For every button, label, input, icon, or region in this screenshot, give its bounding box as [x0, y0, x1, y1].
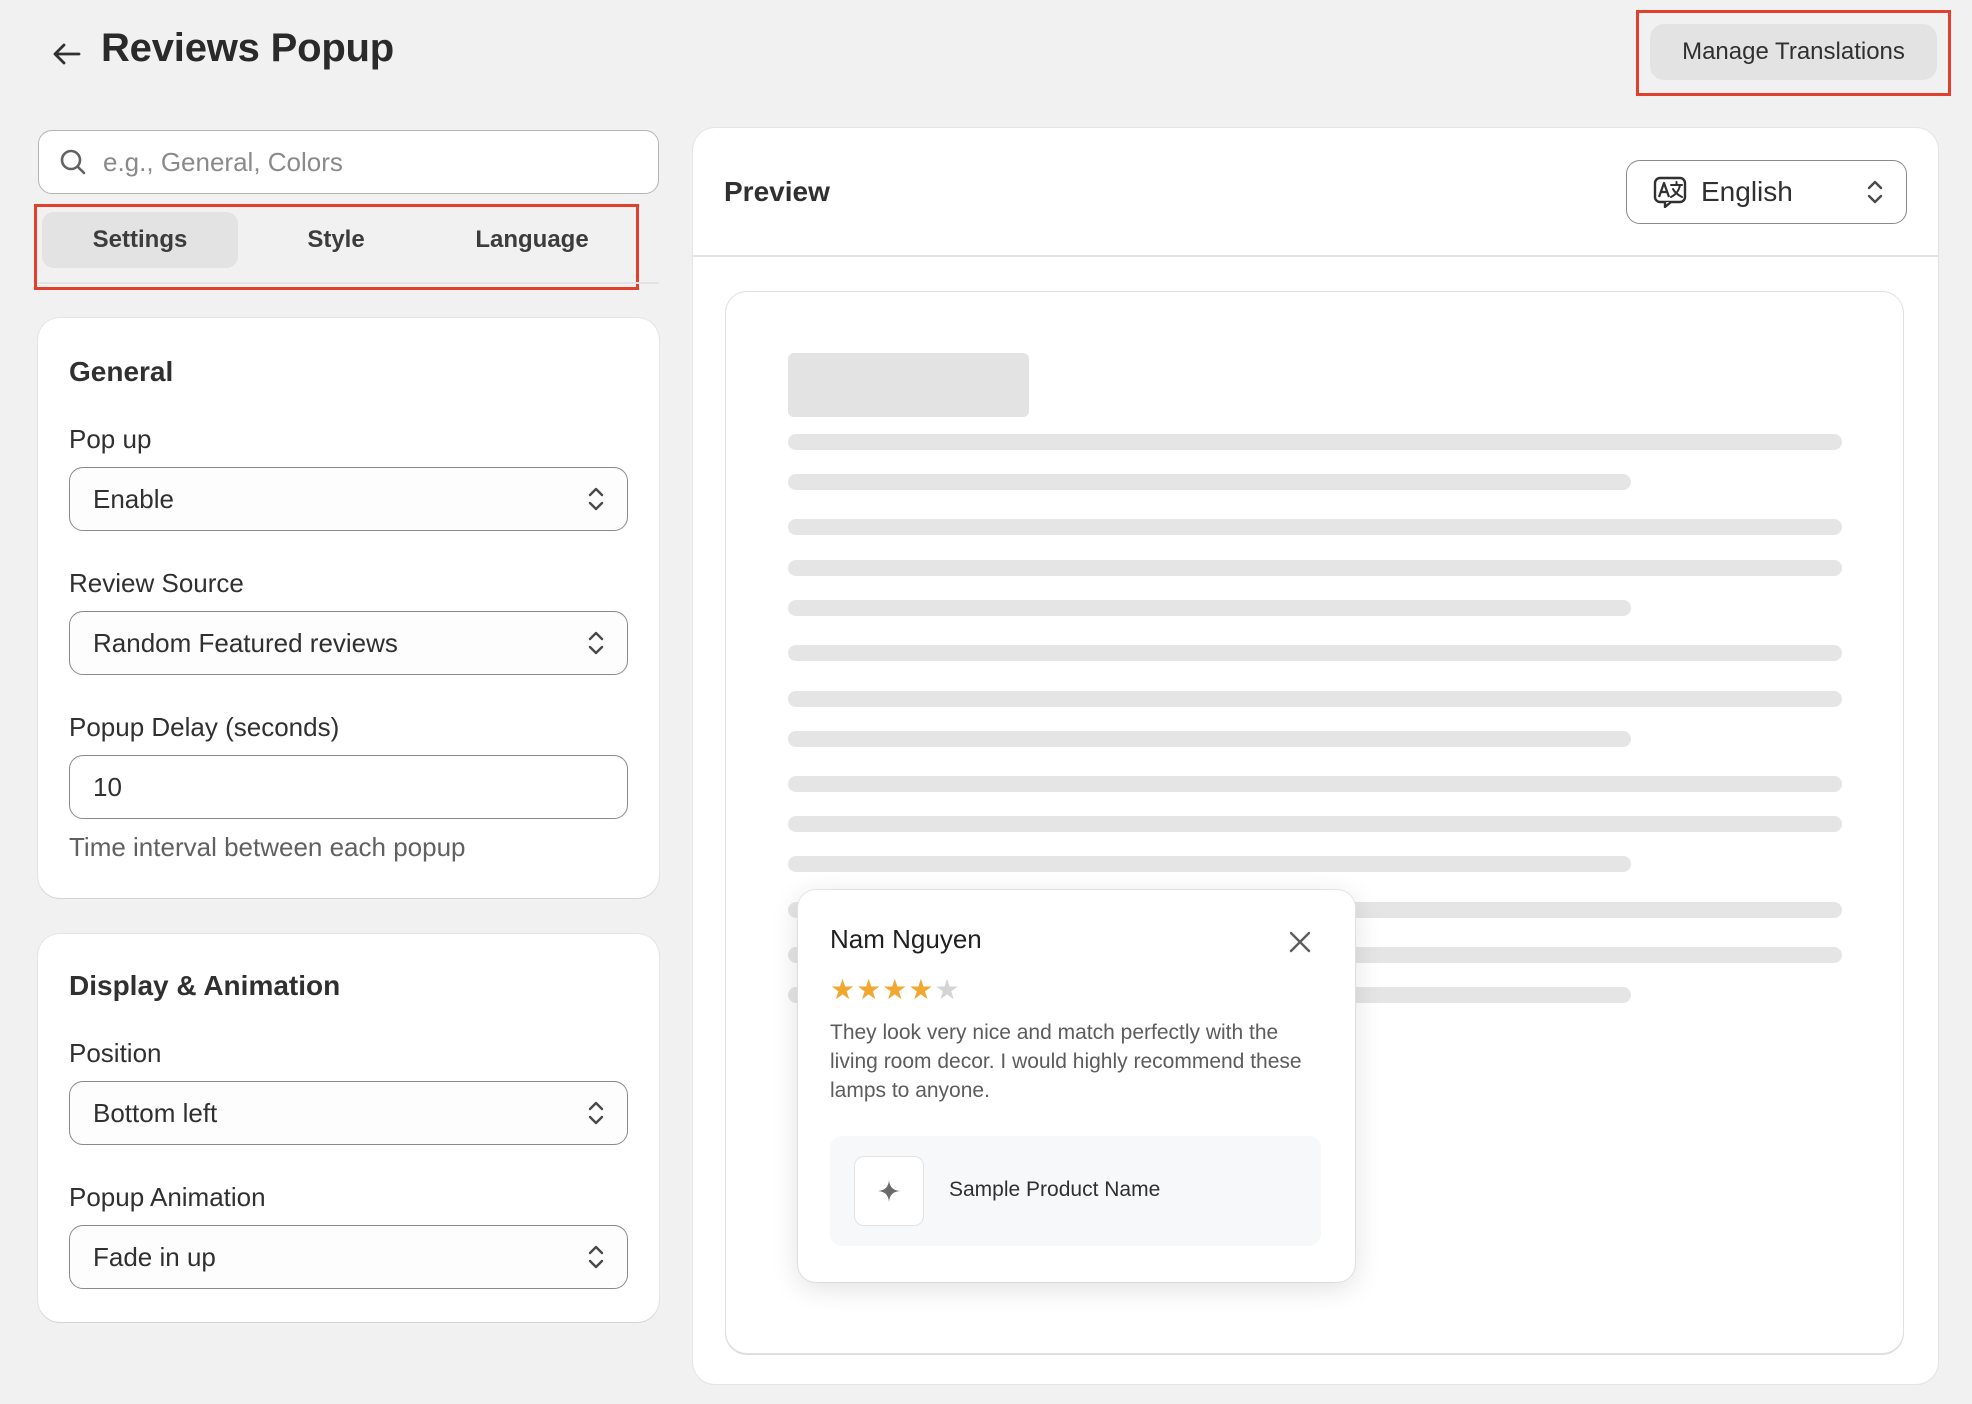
position-label: Position — [69, 1038, 162, 1068]
back-button[interactable] — [44, 32, 88, 76]
product-name: Sample Product Name — [949, 1178, 1161, 1201]
review-text: They look very nice and match perfectly … — [830, 1021, 1302, 1102]
star-empty-icon: ★ — [934, 974, 960, 1005]
skeleton-line — [788, 645, 1842, 661]
product-card[interactable]: Sample Product Name — [830, 1136, 1321, 1246]
general-card: General Pop up Enable Review Source Rand… — [38, 318, 659, 898]
star-filled-icon: ★ — [882, 974, 908, 1005]
search-input[interactable] — [103, 146, 623, 178]
popup-animation-value: Fade in up — [93, 1241, 216, 1272]
skeleton-line — [788, 600, 1631, 616]
product-thumbnail — [854, 1156, 924, 1226]
popup-delay-input[interactable]: 10 — [69, 755, 628, 819]
position-select[interactable]: Bottom left — [69, 1081, 628, 1145]
popup-animation-label: Popup Animation — [69, 1182, 266, 1212]
manage-translations-button[interactable]: Manage Translations — [1650, 24, 1937, 80]
general-title: General — [69, 356, 174, 387]
tab-bar: Settings Style Language — [42, 212, 632, 268]
language-select[interactable]: English — [1626, 160, 1907, 224]
tab-style[interactable]: Style — [238, 212, 434, 268]
popup-close-button[interactable] — [1284, 926, 1316, 958]
skeleton-line — [788, 731, 1631, 747]
popup-delay-label: Popup Delay (seconds) — [69, 712, 340, 742]
popup-delay-help: Time interval between each popup — [69, 832, 466, 862]
popup-select-value: Enable — [93, 483, 174, 514]
search-icon — [60, 149, 86, 175]
page: Reviews Popup Manage Translations Settin… — [0, 0, 1972, 1404]
language-select-value: English — [1701, 176, 1793, 207]
tab-settings[interactable]: Settings — [42, 212, 238, 268]
review-source-label: Review Source — [69, 568, 244, 598]
star-filled-icon: ★ — [908, 974, 934, 1005]
chevron-up-down-icon — [588, 631, 604, 655]
page-title: Reviews Popup — [101, 26, 395, 70]
skeleton-heading — [788, 353, 1029, 417]
review-source-select[interactable]: Random Featured reviews — [69, 611, 628, 675]
skeleton-line — [788, 776, 1842, 792]
skeleton-line — [788, 691, 1842, 707]
chevron-up-down-icon — [588, 487, 604, 511]
popup-label: Pop up — [69, 424, 152, 454]
popup-animation-select[interactable]: Fade in up — [69, 1225, 628, 1289]
skeleton-line — [788, 474, 1631, 490]
close-icon — [1289, 931, 1311, 953]
position-value: Bottom left — [93, 1097, 218, 1128]
popup-select[interactable]: Enable — [69, 467, 628, 531]
display-animation-card: Display & Animation Position Bottom left… — [38, 934, 659, 1322]
star-rating: ★ ★ ★ ★ ★ — [830, 976, 960, 1004]
translate-icon — [1653, 176, 1687, 208]
skeleton-line — [788, 519, 1842, 535]
arrow-left-icon — [53, 43, 81, 65]
skeleton-line — [788, 856, 1631, 872]
chevron-up-down-icon — [1867, 180, 1883, 204]
display-animation-title: Display & Animation — [69, 970, 341, 1001]
preview-divider — [693, 255, 1938, 257]
preview-title: Preview — [724, 176, 830, 207]
tabs-divider — [38, 282, 659, 284]
review-popup[interactable]: Nam Nguyen ★ ★ ★ ★ ★ They look very nice and… — [798, 890, 1355, 1282]
star-filled-icon: ★ — [830, 974, 856, 1005]
star-filled-icon: ★ — [856, 974, 882, 1005]
review-source-value: Random Featured reviews — [93, 627, 398, 658]
chevron-up-down-icon — [588, 1245, 604, 1269]
chevron-up-down-icon — [588, 1101, 604, 1125]
skeleton-line — [788, 560, 1842, 576]
tab-language[interactable]: Language — [434, 212, 630, 268]
skeleton-line — [788, 816, 1842, 832]
settings-search[interactable] — [38, 130, 659, 194]
skeleton-line — [788, 434, 1842, 450]
sparkle-icon — [878, 1180, 900, 1202]
reviewer-name: Nam Nguyen — [830, 924, 982, 954]
